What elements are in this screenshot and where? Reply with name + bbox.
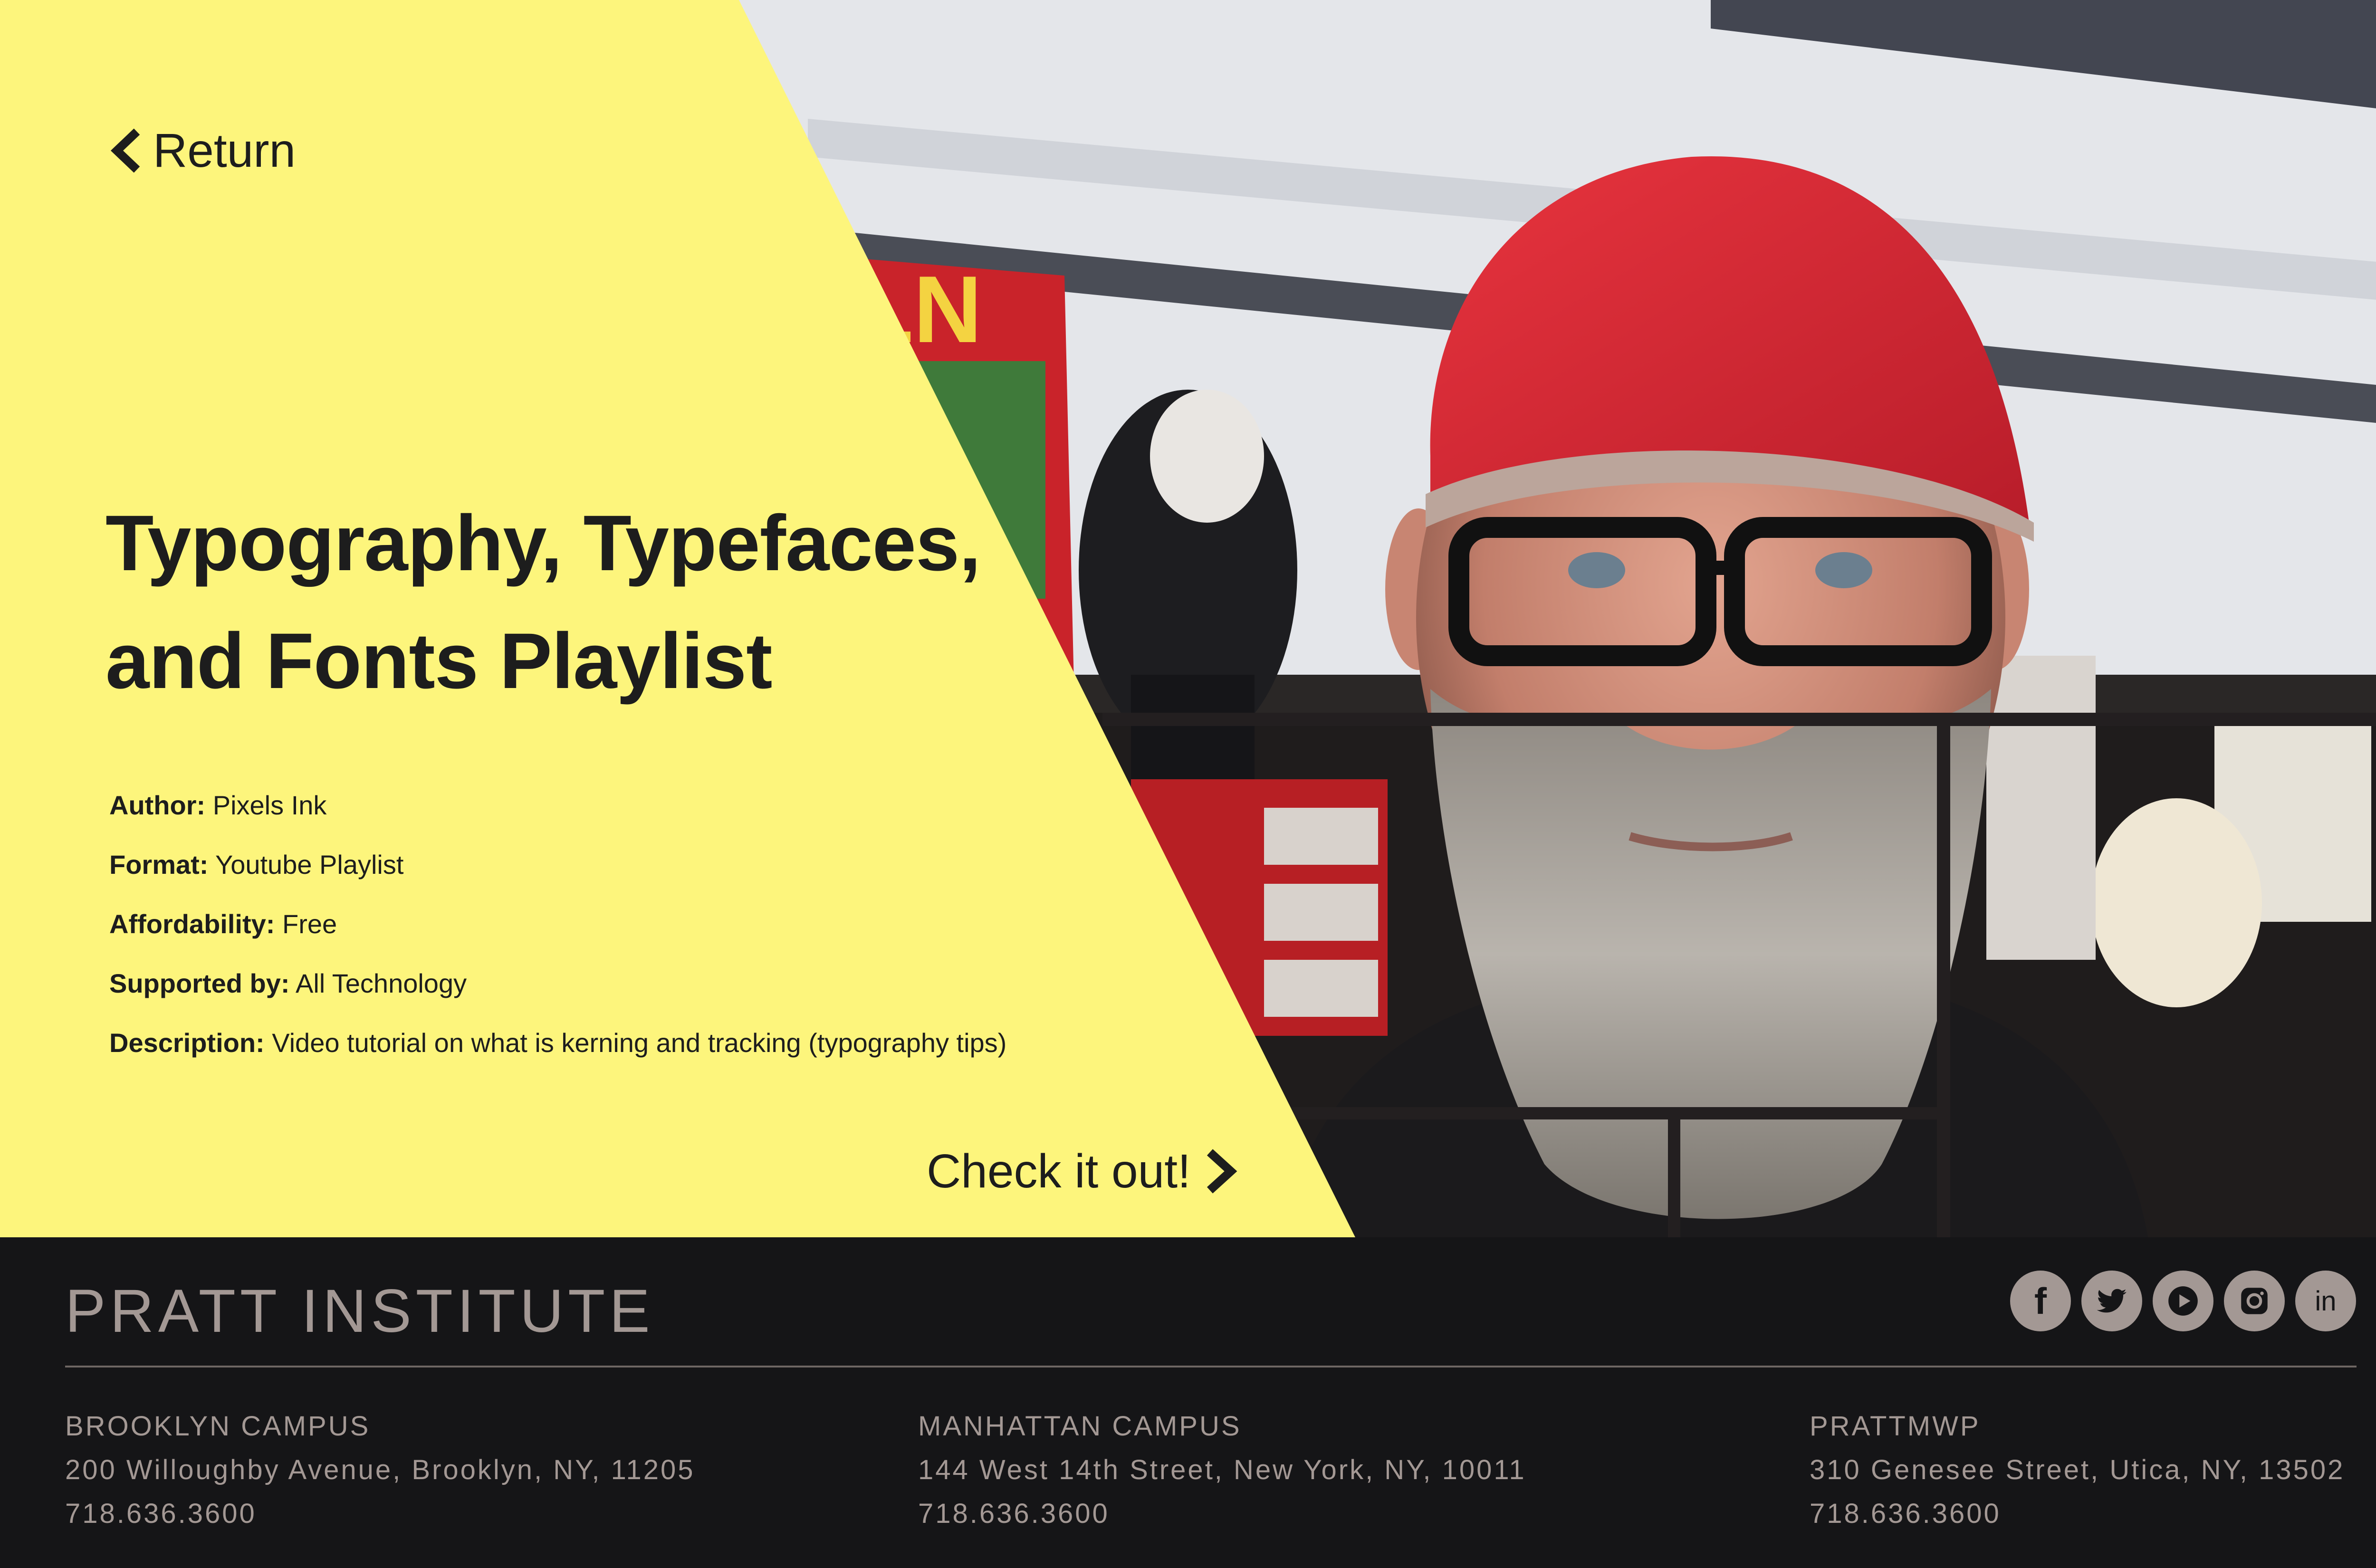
facebook-icon: f: [2034, 1280, 2047, 1322]
detail-author: Author: Pixels Ink: [109, 779, 1297, 839]
campus-phone[interactable]: 718.636.3600: [65, 1492, 695, 1536]
campus-name: MANHATTAN CAMPUS: [918, 1411, 1242, 1442]
detail-key: Affordability:: [109, 909, 275, 939]
resource-details: Author: Pixels Ink Format: Youtube Playl…: [109, 779, 1297, 1076]
detail-value: Pixels Ink: [212, 790, 327, 820]
page-title-line-1: Typography, Typefaces,: [105, 499, 981, 587]
campus-phone[interactable]: 718.636.3600: [918, 1492, 1526, 1536]
page: LN Return Typography, Typefaces, and Fon…: [0, 0, 2376, 1568]
hero-section: LN Return Typography, Typefaces, and Fon…: [0, 0, 2376, 1237]
twitter-link[interactable]: [2081, 1271, 2142, 1331]
campus-name: BROOKLYN CAMPUS: [65, 1411, 371, 1442]
return-label: Return: [153, 124, 296, 177]
check-it-out-link[interactable]: Check it out!: [927, 1136, 1239, 1207]
detail-value: All Technology: [296, 968, 467, 998]
campus-phone[interactable]: 718.636.3600: [1810, 1492, 2345, 1536]
linkedin-link[interactable]: in: [2295, 1271, 2356, 1331]
campus-address: 144 West 14th Street, New York, NY, 1001…: [918, 1454, 1526, 1485]
page-title: Typography, Typefaces, and Fonts Playlis…: [105, 485, 1008, 720]
youtube-link[interactable]: [2153, 1271, 2213, 1331]
return-link[interactable]: Return: [108, 124, 296, 177]
instagram-link[interactable]: [2224, 1271, 2285, 1331]
detail-description: Description: Video tutorial on what is k…: [109, 1017, 1297, 1076]
campus-address: 200 Willoughby Avenue, Brooklyn, NY, 112…: [65, 1454, 695, 1485]
footer-brand[interactable]: PRATT INSTITUTE: [65, 1273, 654, 1349]
campus-prattmwp: PRATTMWP 310 Genesee Street, Utica, NY, …: [1810, 1405, 2345, 1536]
detail-value: Youtube Playlist: [215, 850, 404, 880]
campus-address: 310 Genesee Street, Utica, NY, 13502: [1810, 1454, 2345, 1485]
youtube-icon: [2168, 1286, 2198, 1316]
footer-divider: [65, 1366, 2357, 1367]
campus-brooklyn: BROOKLYN CAMPUS 200 Willoughby Avenue, B…: [65, 1405, 695, 1536]
check-it-out-label: Check it out!: [927, 1144, 1191, 1198]
detail-value: Video tutorial on what is kerning and tr…: [272, 1028, 1007, 1058]
chevron-left-icon: [110, 128, 140, 173]
social-links: f in: [2010, 1271, 2356, 1332]
linkedin-icon: in: [2315, 1285, 2337, 1317]
detail-key: Author:: [109, 790, 206, 820]
instagram-icon: [2241, 1288, 2268, 1314]
detail-key: Supported by:: [109, 968, 290, 998]
detail-format: Format: Youtube Playlist: [109, 839, 1297, 898]
twitter-icon: [2097, 1289, 2127, 1313]
page-title-line-2: and Fonts Playlist: [105, 617, 772, 705]
site-footer: PRATT INSTITUTE f in BROOKLYN CAMPUS 200…: [0, 1237, 2376, 1568]
detail-key: Description:: [109, 1028, 265, 1058]
detail-value: Free: [282, 909, 337, 939]
detail-affordability: Affordability: Free: [109, 898, 1297, 957]
chevron-right-icon: [1207, 1149, 1237, 1194]
campus-manhattan: MANHATTAN CAMPUS 144 West 14th Street, N…: [918, 1405, 1526, 1536]
detail-supported-by: Supported by: All Technology: [109, 957, 1297, 1017]
campus-name: PRATTMWP: [1810, 1411, 1981, 1442]
facebook-link[interactable]: f: [2010, 1271, 2071, 1331]
detail-key: Format:: [109, 850, 209, 880]
